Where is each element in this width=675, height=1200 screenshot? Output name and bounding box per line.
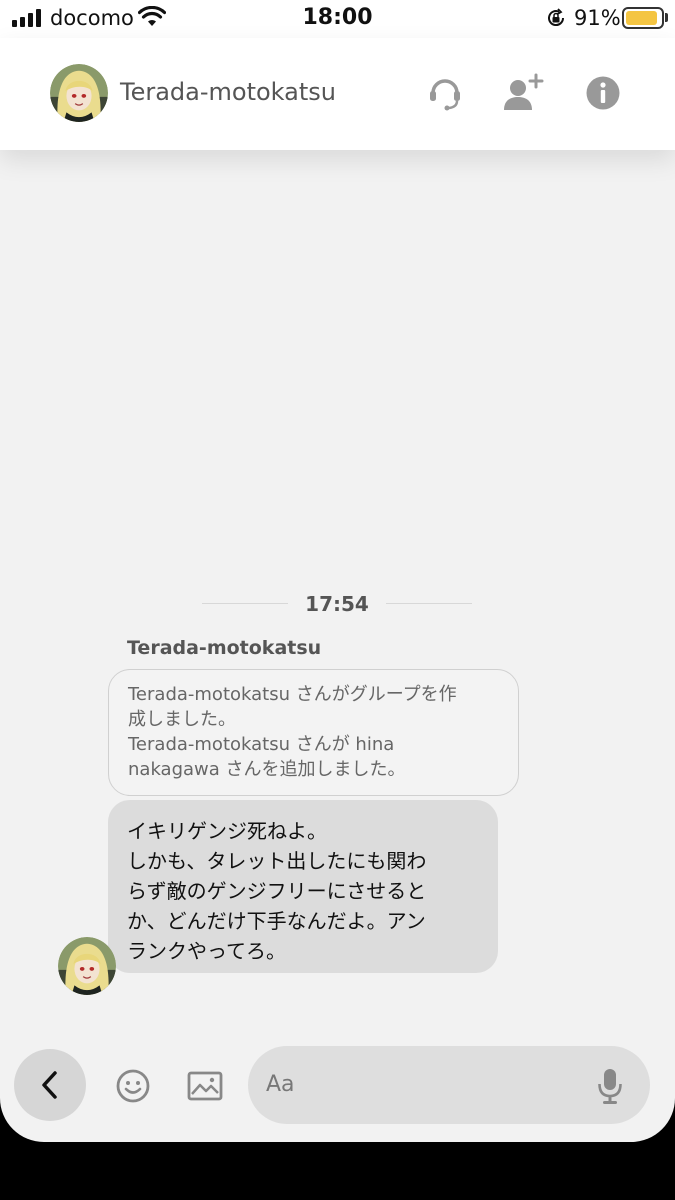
chat-screen: docomo 18:00 91% Terada-motokatsu 17:54 … <box>0 0 675 1142</box>
timestamp-divider-right <box>386 603 472 604</box>
chat-header: Terada-motokatsu <box>0 38 675 150</box>
sender-avatar[interactable] <box>58 937 116 995</box>
battery-level <box>626 11 657 25</box>
emoji-icon <box>116 1069 150 1103</box>
image-icon <box>187 1071 223 1101</box>
avatar[interactable] <box>50 64 108 122</box>
emoji-button[interactable] <box>114 1067 152 1105</box>
timestamp-divider-left <box>202 603 288 604</box>
message-timestamp: 17:54 <box>305 592 369 616</box>
battery-percent: 91% <box>574 6 621 30</box>
system-message-line: Terada-motokatsu さんが hina <box>128 734 395 755</box>
message-line: ランクやってろ。 <box>127 939 286 963</box>
add-friend-icon[interactable] <box>498 68 548 118</box>
microphone-icon <box>598 1069 622 1104</box>
image-button[interactable] <box>186 1068 224 1104</box>
sender-name: Terada-motokatsu <box>127 637 322 659</box>
back-icon <box>42 1071 57 1099</box>
headset-icon[interactable] <box>420 68 470 118</box>
microphone-button[interactable] <box>594 1066 626 1106</box>
info-icon[interactable] <box>578 68 628 118</box>
system-message-line: Terada-motokatsu さんがグループを作 <box>128 684 457 705</box>
chat-title[interactable]: Terada-motokatsu <box>120 78 336 106</box>
battery-icon <box>622 7 664 29</box>
system-message-line: nakagawa さんを追加しました。 <box>128 759 406 780</box>
message-bubble[interactable]: イキリゲンジ死ねよ。 しかも、タレット出したにも関わ らず敵のゲンジフリーにさせ… <box>108 800 498 973</box>
back-button[interactable] <box>14 1049 86 1121</box>
message-line: しかも、タレット出したにも関わ <box>127 849 427 873</box>
system-message: Terada-motokatsu さんがグループを作 成しました。 Terada… <box>108 669 519 796</box>
battery-cap <box>665 13 668 22</box>
system-message-line: 成しました。 <box>128 709 236 730</box>
message-line: か、どんだけ下手なんだよ。アン <box>127 909 426 933</box>
orientation-lock-icon <box>546 8 566 32</box>
message-line: らず敵のゲンジフリーにさせると <box>127 879 427 903</box>
message-line: イキリゲンジ死ねよ。 <box>127 819 327 843</box>
status-bar: docomo 18:00 91% <box>0 0 675 38</box>
message-input[interactable]: Aa <box>248 1046 650 1124</box>
message-input-placeholder: Aa <box>266 1072 295 1097</box>
